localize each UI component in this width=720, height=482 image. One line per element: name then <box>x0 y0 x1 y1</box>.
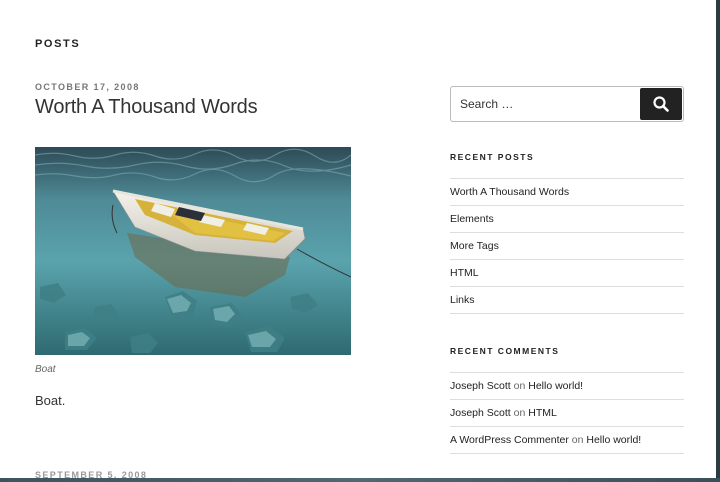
post-image-boat[interactable] <box>35 147 351 355</box>
recent-post-link[interactable]: More Tags <box>450 240 499 252</box>
search-form <box>450 86 684 122</box>
list-item: More Tags <box>450 233 684 260</box>
list-item: A WordPress Commenter on Hello world! <box>450 427 684 454</box>
post-content: Boat. <box>35 393 66 408</box>
window-edge-bottom <box>0 478 720 482</box>
comment-post-link[interactable]: Hello world! <box>586 434 641 446</box>
list-item: Links <box>450 287 684 314</box>
list-item: Joseph Scott on HTML <box>450 400 684 427</box>
list-item: HTML <box>450 260 684 287</box>
recent-post-link[interactable]: Elements <box>450 213 494 225</box>
recent-comments-list: Joseph Scott on Hello world! Joseph Scot… <box>450 372 684 454</box>
recent-posts-list: Worth A Thousand Words Elements More Tag… <box>450 178 684 314</box>
search-icon <box>653 96 669 112</box>
window-edge-right <box>716 0 720 482</box>
comment-author[interactable]: Joseph Scott <box>450 380 511 392</box>
comment-on-text: on <box>571 434 584 446</box>
comment-post-link[interactable]: HTML <box>528 407 557 419</box>
boat-photo <box>35 147 351 355</box>
list-item: Worth A Thousand Words <box>450 179 684 206</box>
comment-author[interactable]: Joseph Scott <box>450 407 511 419</box>
post-title[interactable]: Worth A Thousand Words <box>35 96 258 119</box>
recent-post-link[interactable]: Links <box>450 294 475 306</box>
search-button[interactable] <box>640 88 682 120</box>
page-title: POSTS <box>35 38 81 50</box>
recent-comments-title: RECENT COMMENTS <box>450 346 560 356</box>
post-date[interactable]: OCTOBER 17, 2008 <box>35 82 140 92</box>
comment-author[interactable]: A WordPress Commenter <box>450 434 569 446</box>
search-input[interactable] <box>451 87 641 121</box>
comment-on-text: on <box>513 407 526 419</box>
list-item: Joseph Scott on Hello world! <box>450 373 684 400</box>
recent-post-link[interactable]: HTML <box>450 267 479 279</box>
recent-posts-title: RECENT POSTS <box>450 152 535 162</box>
next-post-date[interactable]: SEPTEMBER 5, 2008 <box>35 470 147 478</box>
recent-post-link[interactable]: Worth A Thousand Words <box>450 186 569 198</box>
image-caption: Boat <box>35 364 56 375</box>
page: POSTS OCTOBER 17, 2008 Worth A Thousand … <box>0 0 716 478</box>
comment-on-text: on <box>513 380 526 392</box>
comment-post-link[interactable]: Hello world! <box>528 380 583 392</box>
list-item: Elements <box>450 206 684 233</box>
